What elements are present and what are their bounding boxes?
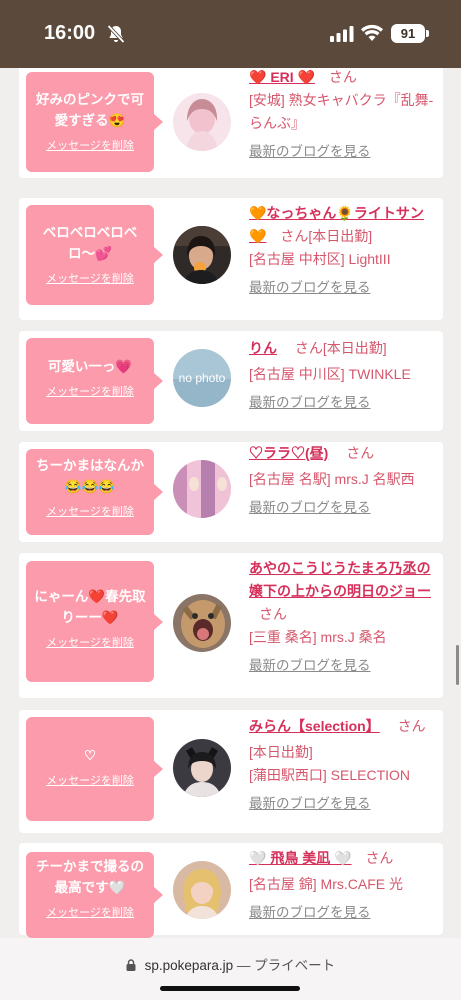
no-photo-label: no photo — [179, 371, 226, 385]
status-time: 16:00 — [44, 22, 96, 44]
profile-info: ❤️ ERI ❤️ さん [安城] 熟女キャバクラ『乱舞-らんぶ』 最新のブログ… — [249, 68, 439, 163]
honorific: さん[本日出勤] — [280, 228, 373, 244]
message-card: ベロベロベロベロ〜💕 メッセージを削除 🧡なっちゃん🌻ライトサン🧡 さん[本日出… — [19, 198, 443, 320]
shop-info: [蒲田駅西口] SELECTION — [249, 767, 411, 783]
latest-blog-link[interactable]: 最新のブログを見る — [249, 901, 439, 924]
delete-message-button[interactable]: メッセージを削除 — [26, 904, 154, 920]
shop-status: [本日出勤] — [249, 744, 313, 760]
latest-blog-link[interactable]: 最新のブログを見る — [249, 140, 439, 163]
message-bubble: ♡ メッセージを削除 — [26, 717, 163, 821]
honorific: さん — [328, 69, 357, 85]
latest-blog-link[interactable]: 最新のブログを見る — [249, 391, 439, 414]
honorific: さん — [346, 445, 375, 461]
profile-name-link[interactable]: ♡ララ♡(昼) — [249, 445, 328, 461]
message-text: 好みのピンクで可愛すぎる😍 — [36, 92, 144, 128]
profile-info: ♡ララ♡(昼) さん [名古屋 名駅] mrs.J 名駅西 最新のブログを見る — [249, 442, 439, 519]
message-card: チーかまで撮るの最高です🤍 メッセージを削除 🤍 飛鳥 美凪 🤍 さん [名古屋… — [19, 843, 443, 938]
profile-info: 🤍 飛鳥 美凪 🤍 さん [名古屋 錦] Mrs.CAFE 光 最新のブログを見… — [249, 847, 439, 924]
battery-indicator: 91 — [391, 24, 429, 43]
avatar[interactable] — [173, 460, 231, 518]
shop-info: [安城] 熟女キャバクラ『乱舞-らんぶ』 — [249, 92, 434, 131]
message-bubble: チーかまで撮るの最高です🤍 メッセージを削除 — [26, 852, 163, 938]
signal-icon — [330, 26, 354, 42]
avatar[interactable] — [173, 93, 231, 151]
scrollbar[interactable] — [456, 645, 459, 685]
address-bar[interactable]: sp.pokepara.jp — プライベート — [0, 954, 461, 974]
profile-name-link[interactable]: りん — [249, 340, 277, 356]
honorific: さん[本日出勤] — [294, 340, 387, 356]
message-card: 可愛い一っ💗 メッセージを削除 no photo りん さん[本日出勤] [名古… — [19, 331, 443, 431]
profile-info: あやのこうじうたまろ乃丞の嬢下の上からの明日のジョー さん [三重 桑名] mr… — [249, 557, 439, 677]
browser-bottom-bar: sp.pokepara.jp — プライベート — [0, 938, 461, 1000]
latest-blog-link[interactable]: 最新のブログを見る — [249, 276, 439, 299]
message-text: 可愛い一っ💗 — [47, 359, 133, 374]
avatar[interactable] — [173, 226, 231, 284]
lock-icon — [126, 959, 136, 971]
honorific: さん — [259, 606, 287, 622]
shop-info: [名古屋 錦] Mrs.CAFE 光 — [249, 876, 403, 892]
message-text: ベロベロベロベロ〜💕 — [42, 225, 138, 261]
message-card: 好みのピンクで可愛すぎる😍 メッセージを削除 ❤️ ERI ❤️ さん [安城]… — [19, 68, 443, 178]
message-bubble: 可愛い一っ💗 メッセージを削除 — [26, 338, 163, 424]
delete-message-button[interactable]: メッセージを削除 — [26, 270, 154, 286]
message-bubble: 好みのピンクで可愛すぎる😍 メッセージを削除 — [26, 72, 163, 172]
message-text: チーかまで撮るの最高です🤍 — [36, 859, 144, 895]
profile-info: 🧡なっちゃん🌻ライトサン🧡 さん[本日出勤] [名古屋 中村区] LightII… — [249, 202, 439, 299]
shop-info: [名古屋 中村区] LightIII — [249, 251, 391, 267]
home-indicator[interactable] — [160, 986, 300, 991]
avatar[interactable] — [173, 594, 231, 652]
profile-name-link[interactable]: 🤍 飛鳥 美凪 🤍 — [249, 850, 352, 866]
private-label: — プライベート — [236, 958, 336, 973]
shop-info: [名古屋 名駅] mrs.J 名駅西 — [249, 471, 415, 487]
message-card: にゃーん❤️春先取りーー❤️ メッセージを削除 あやのこうじうたまろ乃丞の嬢下の… — [19, 553, 443, 698]
status-bar: 16:00 91 — [0, 0, 461, 68]
profile-info: みらん【selection】 さん [本日出勤] [蒲田駅西口] SELECTI… — [249, 715, 439, 815]
message-bubble: にゃーん❤️春先取りーー❤️ メッセージを削除 — [26, 561, 163, 682]
honorific: さん — [397, 718, 426, 734]
avatar[interactable] — [173, 861, 231, 919]
url-domain: sp.pokepara.jp — [144, 958, 234, 973]
message-bubble: ちーかまはなんか😂😂😂 メッセージを削除 — [26, 449, 163, 535]
latest-blog-link[interactable]: 最新のブログを見る — [249, 496, 439, 519]
avatar[interactable]: no photo — [173, 349, 231, 407]
delete-message-button[interactable]: メッセージを削除 — [26, 772, 154, 788]
message-feed[interactable]: 好みのピンクで可愛すぎる😍 メッセージを削除 ❤️ ERI ❤️ さん [安城]… — [0, 68, 461, 938]
profile-name-link[interactable]: みらん【selection】 — [249, 718, 380, 734]
delete-message-button[interactable]: メッセージを削除 — [26, 503, 154, 519]
latest-blog-link[interactable]: 最新のブログを見る — [249, 792, 439, 815]
avatar[interactable] — [173, 739, 231, 797]
profile-info: りん さん[本日出勤] [名古屋 中川区] TWINKLE 最新のブログを見る — [249, 337, 439, 414]
wifi-icon — [361, 24, 383, 41]
latest-blog-link[interactable]: 最新のブログを見る — [249, 654, 439, 677]
message-card: ♡ メッセージを削除 みらん【selection】 さん [本日出勤] [蒲田駅… — [19, 710, 443, 833]
bell-muted-icon — [107, 24, 125, 44]
message-text: ちーかまはなんか😂😂😂 — [36, 458, 144, 494]
delete-message-button[interactable]: メッセージを削除 — [26, 383, 154, 399]
message-bubble: ベロベロベロベロ〜💕 メッセージを削除 — [26, 205, 163, 305]
profile-name-link[interactable]: あやのこうじうたまろ乃丞の嬢下の上からの明日のジョー — [249, 560, 431, 599]
message-text: にゃーん❤️春先取りーー❤️ — [34, 589, 146, 625]
delete-message-button[interactable]: メッセージを削除 — [26, 634, 154, 650]
delete-message-button[interactable]: メッセージを削除 — [26, 137, 154, 153]
shop-info: [三重 桑名] mrs.J 桑名 — [249, 629, 387, 645]
message-text: ♡ — [83, 748, 97, 763]
honorific: さん — [365, 850, 394, 866]
shop-info: [名古屋 中川区] TWINKLE — [249, 366, 411, 382]
profile-name-link[interactable]: ❤️ ERI ❤️ — [249, 69, 315, 85]
message-card: ちーかまはなんか😂😂😂 メッセージを削除 ♡ララ♡(昼) さん [名古屋 名駅]… — [19, 442, 443, 542]
